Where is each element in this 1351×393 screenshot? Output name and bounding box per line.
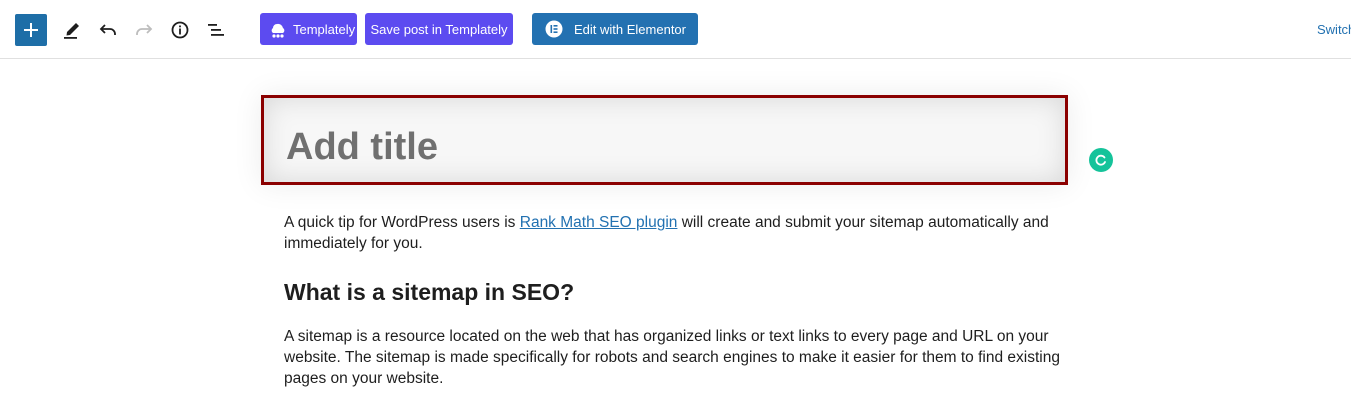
undo-icon bbox=[99, 24, 116, 35]
grammarly-icon bbox=[1095, 154, 1106, 166]
undo-button[interactable] bbox=[92, 14, 124, 46]
post-title-placeholder: Add title bbox=[286, 126, 438, 168]
edit-with-elementor-button[interactable]: Edit with Elementor bbox=[532, 13, 698, 45]
rank-math-link[interactable]: Rank Math SEO plugin bbox=[520, 214, 678, 231]
list-view-icon bbox=[208, 24, 224, 36]
post-title-field[interactable]: Add title bbox=[261, 95, 1068, 185]
edit-tool-button[interactable] bbox=[56, 14, 88, 46]
details-button[interactable] bbox=[164, 14, 196, 46]
save-post-templately-button[interactable]: Save post in Templately bbox=[365, 13, 513, 45]
grammarly-button[interactable] bbox=[1089, 148, 1113, 172]
pencil-icon bbox=[64, 23, 79, 39]
elementor-icon bbox=[545, 20, 563, 38]
templately-button[interactable]: Templately bbox=[260, 13, 357, 45]
templately-label: Templately bbox=[293, 21, 356, 37]
post-content: A quick tip for WordPress users is Rank … bbox=[284, 212, 1084, 387]
redo-icon bbox=[136, 24, 153, 35]
list-view-button[interactable] bbox=[200, 14, 232, 46]
paragraph-text-before: A quick tip for WordPress users is bbox=[284, 214, 520, 231]
editor-toolbar: Templately Save post in Templately Edit … bbox=[0, 0, 1351, 59]
heading-block[interactable]: What is a sitemap in SEO? bbox=[284, 279, 574, 306]
plus-icon bbox=[24, 23, 38, 37]
elementor-label: Edit with Elementor bbox=[574, 21, 686, 37]
paragraph-block-2[interactable]: A sitemap is a resource located on the w… bbox=[284, 326, 1084, 389]
add-block-button[interactable] bbox=[15, 14, 47, 46]
redo-button[interactable] bbox=[128, 14, 160, 46]
switch-link[interactable]: Switch bbox=[1317, 22, 1351, 37]
info-icon bbox=[171, 21, 189, 39]
save-templately-label: Save post in Templately bbox=[370, 21, 508, 37]
paragraph-block[interactable]: A quick tip for WordPress users is Rank … bbox=[284, 212, 1084, 254]
templately-icon bbox=[271, 23, 285, 38]
